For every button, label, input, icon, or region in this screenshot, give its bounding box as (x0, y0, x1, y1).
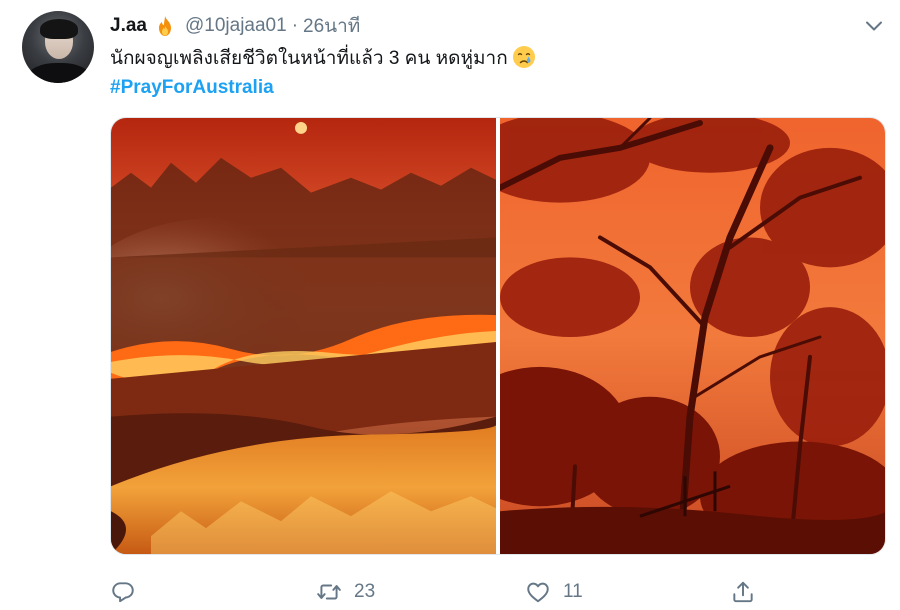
like-count: 11 (563, 581, 583, 602)
author-handle[interactable]: @10jajaa01 (185, 15, 287, 37)
tweet-header: J.aa @10jajaa01 · 26นาที (110, 13, 360, 39)
tweet-text: นักผจญเพลิงเสียชีวิตในหน้าที่แล้ว 3 คน ห… (110, 45, 536, 73)
like-button[interactable]: 11 (525, 576, 583, 608)
share-icon (733, 581, 753, 603)
photo-bushfire-field[interactable] (111, 118, 496, 554)
action-bar: 23 11 (110, 576, 770, 608)
reply-icon (112, 582, 134, 603)
fire-icon (153, 14, 177, 38)
share-button[interactable] (730, 576, 756, 608)
avatar-hair (40, 19, 78, 39)
tweet-text-body: นักผจญเพลิงเสียชีวิตในหน้าที่แล้ว 3 คน ห… (110, 48, 508, 69)
retweet-button[interactable]: 23 (316, 576, 375, 608)
tweet: J.aa @10jajaa01 · 26นาที นักผจญเพลิงเสีย… (0, 0, 900, 610)
hashtag-link[interactable]: #PrayForAustralia (110, 74, 274, 102)
header-separator: · (291, 15, 299, 36)
crying-face-icon (512, 45, 536, 69)
author-name[interactable]: J.aa (110, 15, 147, 37)
retweet-icon (317, 584, 341, 600)
timestamp[interactable]: 26นาที (303, 11, 360, 41)
chevron-down-icon[interactable] (862, 14, 886, 38)
avatar[interactable] (22, 11, 94, 83)
photo-bushfire-trees[interactable] (500, 118, 885, 554)
retweet-count: 23 (354, 581, 376, 602)
avatar-shirt (28, 63, 90, 83)
reply-button[interactable] (110, 576, 136, 608)
media-grid (110, 117, 886, 555)
heart-icon (527, 582, 549, 603)
